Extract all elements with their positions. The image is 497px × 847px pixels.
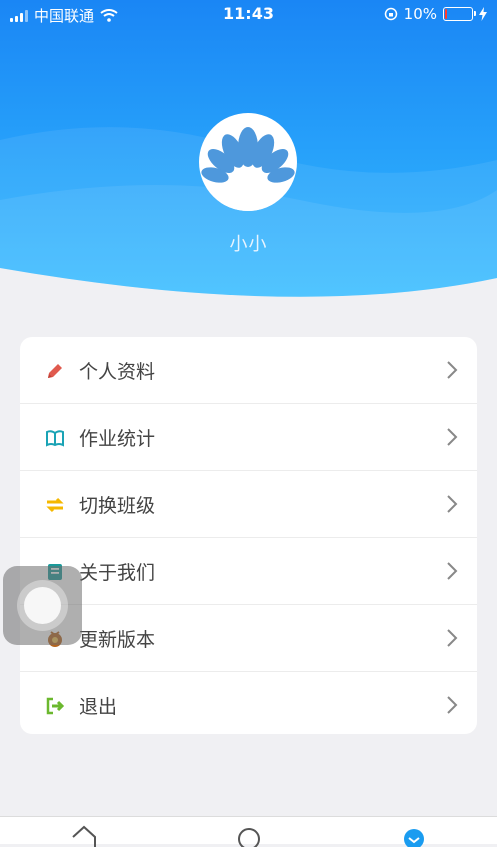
assistive-touch-button[interactable]	[3, 566, 82, 645]
menu-item-update-version[interactable]: 更新版本	[20, 605, 477, 672]
tab-bar	[0, 816, 497, 847]
profile-header: 中国联通 11:43 10% 小小	[0, 0, 497, 310]
chevron-right-icon	[447, 428, 458, 446]
settings-menu: 个人资料 作业统计 切换班级 关于我们 更新版本 退出	[20, 337, 477, 734]
battery-percent: 10%	[403, 5, 437, 23]
chevron-right-icon	[447, 629, 458, 647]
chevron-right-icon	[447, 696, 458, 714]
menu-item-label: 更新版本	[79, 629, 156, 651]
profile-icon[interactable]	[399, 825, 429, 847]
menu-item-homework-stats[interactable]: 作业统计	[20, 404, 477, 471]
rotation-lock-icon	[384, 7, 397, 21]
chevron-right-icon	[447, 562, 458, 580]
username: 小小	[229, 234, 268, 255]
menu-item-label: 退出	[79, 696, 118, 718]
chevron-right-icon	[447, 361, 458, 379]
menu-item-label: 作业统计	[79, 428, 156, 450]
chevron-right-icon	[447, 495, 458, 513]
logout-icon	[46, 697, 65, 715]
book-icon	[46, 430, 64, 447]
battery-level-fill	[445, 9, 447, 19]
swap-arrows-icon	[46, 497, 64, 513]
status-bar: 中国联通 11:43 10%	[0, 0, 497, 28]
message-icon[interactable]	[234, 825, 264, 847]
menu-item-switch-class[interactable]: 切换班级	[20, 471, 477, 538]
menu-item-profile[interactable]: 个人资料	[20, 337, 477, 404]
pencil-icon	[48, 364, 62, 378]
charging-icon	[479, 7, 487, 21]
menu-item-logout[interactable]: 退出	[20, 672, 477, 734]
home-icon[interactable]	[69, 825, 99, 847]
battery-icon	[443, 7, 476, 21]
menu-item-about-us[interactable]: 关于我们	[20, 538, 477, 605]
menu-item-label: 切换班级	[79, 495, 156, 517]
menu-item-label: 个人资料	[79, 361, 156, 383]
lotus-logo-icon	[201, 127, 295, 211]
avatar[interactable]	[199, 113, 297, 211]
menu-item-label: 关于我们	[79, 562, 156, 584]
